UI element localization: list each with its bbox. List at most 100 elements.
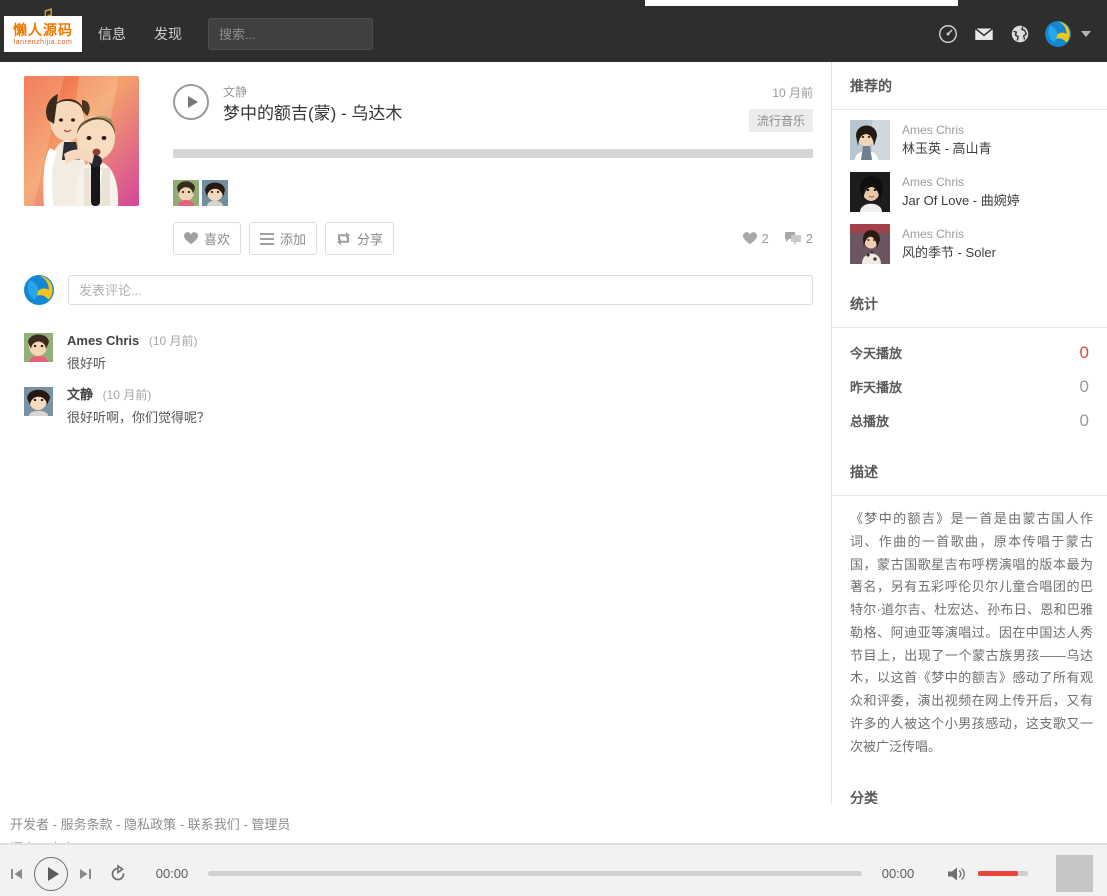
- comment-count[interactable]: 2: [784, 231, 813, 246]
- comment-head: 文静 (10 月前): [67, 387, 210, 403]
- header-actions: [937, 21, 1091, 47]
- comment-avatar[interactable]: [24, 387, 53, 417]
- stat-label: 今天播放: [850, 346, 903, 361]
- recommended-user: Ames Chris: [902, 123, 965, 138]
- prev-icon[interactable]: [8, 865, 26, 883]
- footer-link-admin[interactable]: 管理员: [251, 817, 290, 832]
- footer-link-privacy[interactable]: 隐私政策: [124, 817, 176, 832]
- stat-row-today: 今天播放 0: [850, 336, 1089, 370]
- player-total-time: 00:00: [881, 866, 915, 881]
- comment-author[interactable]: 文静: [67, 387, 93, 402]
- search-input[interactable]: [208, 18, 373, 50]
- recommended-item[interactable]: Ames Chris Jar Of Love - 曲婉婷: [832, 166, 1107, 218]
- site-logo[interactable]: 懒人源码 lanrenzhijia.com: [4, 16, 82, 52]
- comment-author[interactable]: Ames Chris: [67, 333, 139, 348]
- recommended-list: Ames Chris 林玉英 - 高山青 Ames Chris Jar Of L…: [832, 110, 1107, 280]
- like-button[interactable]: 喜欢: [173, 222, 242, 255]
- repost-icon: [337, 232, 351, 245]
- footer-sep: -: [112, 817, 125, 832]
- comment-time: (10 月前): [148, 334, 198, 348]
- logo-name: 懒人源码: [13, 21, 73, 38]
- recommended-artwork: [850, 172, 890, 212]
- add-button[interactable]: 添加: [249, 222, 318, 255]
- comment-text: 很好听: [67, 355, 107, 371]
- comment-item: 文静 (10 月前) 很好听啊，你们觉得呢？: [24, 387, 813, 427]
- recommended-title: 推荐的: [832, 62, 1107, 110]
- description-title: 描述: [832, 448, 1107, 496]
- stats-list: 今天播放 0 昨天播放 0 总播放 0: [832, 328, 1107, 448]
- footer-sep: -: [239, 817, 252, 832]
- footer-link-terms[interactable]: 服务条款: [61, 817, 113, 832]
- player-volume-slider[interactable]: [978, 871, 1028, 876]
- footer-link-contact[interactable]: 联系我们: [188, 817, 240, 832]
- recommended-text: Ames Chris Jar Of Love - 曲婉婷: [902, 173, 1020, 211]
- player-play-button[interactable]: [34, 856, 68, 891]
- player-current-time: 00:00: [155, 866, 189, 881]
- stat-row-yesterday: 昨天播放 0: [850, 370, 1089, 404]
- footer-sep: -: [176, 817, 188, 832]
- next-icon[interactable]: [76, 865, 94, 883]
- recommended-user: Ames Chris: [902, 175, 965, 190]
- recommended-user: Ames Chris: [902, 227, 965, 242]
- current-user-avatar[interactable]: [24, 275, 54, 305]
- liker-avatar[interactable]: [202, 180, 228, 206]
- comment-head: Ames Chris (10 月前): [67, 333, 198, 349]
- site-header: 懒人源码 lanrenzhijia.com 信息 发现: [0, 6, 1107, 62]
- stat-value: 0: [1079, 377, 1089, 396]
- recommended-item[interactable]: Ames Chris 林玉英 - 高山青: [832, 114, 1107, 166]
- track-artist[interactable]: 文静: [223, 83, 402, 101]
- track-body: 文静 梦中的额吉(蒙) - 乌达木 10 月前 流行音乐 喜欢 添加 分享 2 …: [173, 74, 813, 255]
- stats-title: 统计: [832, 280, 1107, 328]
- footer-links: 开发者 - 服务条款 - 隐私政策 - 联系我们 - 管理员: [10, 817, 290, 832]
- comment-item: Ames Chris (10 月前) 很好听: [24, 333, 813, 373]
- globe-icon[interactable]: [1009, 23, 1031, 45]
- page-body: 文静 梦中的额吉(蒙) - 乌达木 10 月前 流行音乐 喜欢 添加 分享 2 …: [0, 62, 1107, 804]
- share-button[interactable]: 分享: [325, 222, 395, 255]
- avatar[interactable]: [1045, 21, 1071, 47]
- chevron-down-icon[interactable]: [1081, 31, 1091, 37]
- track-actions: 喜欢 添加 分享 2 2: [173, 222, 813, 255]
- logo-domain: lanrenzhijia.com: [13, 38, 73, 46]
- engagement-counts: 2 2: [742, 231, 813, 246]
- track-genre-tag[interactable]: 流行音乐: [748, 109, 813, 132]
- mail-icon[interactable]: [973, 23, 995, 45]
- player-bar: 00:00 00:00: [0, 844, 1107, 896]
- track-title[interactable]: 梦中的额吉(蒙) - 乌达木: [223, 102, 402, 127]
- recommended-item[interactable]: Ames Chris 风的季节 - Soler: [832, 218, 1107, 270]
- track-meta: 10 月前 流行音乐: [748, 74, 813, 132]
- waveform-seekbar[interactable]: [173, 149, 813, 158]
- footer-link-developers[interactable]: 开发者: [10, 817, 49, 832]
- sidebar: 推荐的 Ames Chris 林玉英 - 高山青 Ames Chris Jar …: [832, 62, 1107, 804]
- stat-label: 总播放: [850, 414, 890, 429]
- heart-icon: [742, 232, 757, 245]
- heart-icon: [184, 232, 198, 245]
- recommended-title-text: 林玉英 - 高山青: [902, 141, 992, 157]
- categories-title: 分类: [832, 774, 1107, 804]
- nav-item-discover[interactable]: 发现: [140, 24, 196, 44]
- track-titles: 文静 梦中的额吉(蒙) - 乌达木: [223, 74, 402, 127]
- recommended-title-text: Jar Of Love - 曲婉婷: [902, 193, 1020, 209]
- comment-avatar[interactable]: [24, 333, 53, 362]
- player-artwork[interactable]: [1056, 855, 1093, 892]
- like-count[interactable]: 2: [742, 231, 769, 246]
- comment-list: Ames Chris (10 月前) 很好听 文静 (10 月前) 很好听啊，你…: [0, 305, 831, 428]
- nav-item-messages[interactable]: 信息: [84, 24, 140, 44]
- repeat-icon[interactable]: [108, 863, 128, 884]
- player-seek-bar[interactable]: [208, 871, 862, 876]
- dashboard-icon[interactable]: [937, 23, 959, 45]
- comment-count-value: 2: [805, 231, 813, 246]
- comment-body: 文静 (10 月前) 很好听啊，你们觉得呢？: [67, 387, 210, 427]
- footer-sep: -: [49, 817, 61, 832]
- list-icon: [260, 232, 275, 245]
- volume-icon[interactable]: [946, 865, 968, 883]
- stat-value: 0: [1079, 343, 1089, 362]
- track-timestamp: 10 月前: [772, 86, 813, 100]
- play-button[interactable]: [173, 84, 209, 120]
- player-volume-fill: [978, 871, 1018, 876]
- site-footer: 开发者 - 服务条款 - 隐私政策 - 联系我们 - 管理员 语言：中文 - E…: [0, 804, 1107, 844]
- comment-input[interactable]: [68, 275, 813, 305]
- liker-avatar[interactable]: [173, 180, 199, 206]
- track-artwork[interactable]: [24, 76, 139, 206]
- play-icon: [47, 866, 59, 881]
- recommended-title-text: 风的季节 - Soler: [902, 245, 996, 261]
